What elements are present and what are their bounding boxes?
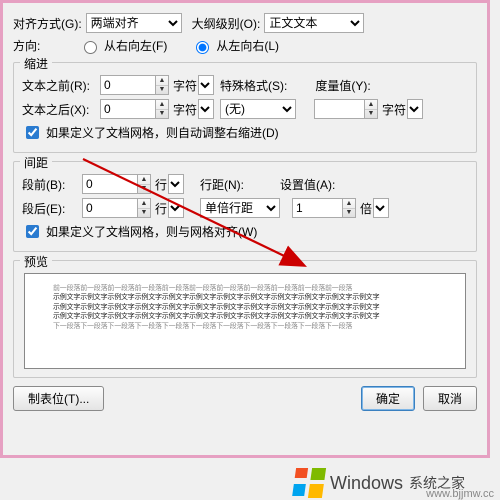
preview-group: 预览 前一段落前一段落前一段落前一段落前一段落前一段落前一段落前一段落前一段落前…: [13, 260, 477, 378]
align-label: 对齐方式(G):: [13, 15, 82, 32]
special-select[interactable]: (无): [220, 99, 296, 119]
rtl-radio-input[interactable]: [84, 41, 97, 54]
preview-line: 下一段落下一段落下一段落下一段落下一段落下一段落下一段落下一段落下一段落下一段落…: [53, 322, 437, 331]
spinner-buttons[interactable]: ▲▼: [155, 75, 169, 95]
direction-label: 方向:: [13, 37, 75, 54]
indent-after-spinner[interactable]: ▲▼: [100, 99, 169, 119]
grid-align-label: 如果定义了文档网格，则与网格对齐(W): [46, 223, 257, 240]
before-label: 段前(B):: [22, 176, 78, 193]
indent-before-label: 文本之前(R):: [22, 77, 96, 94]
grid-align-check[interactable]: 如果定义了文档网格，则与网格对齐(W): [22, 222, 257, 241]
setval-unit[interactable]: [373, 198, 389, 218]
indent-before-spinner[interactable]: ▲▼: [100, 75, 169, 95]
windows-logo-icon: [292, 468, 326, 498]
preview-line: 前一段落前一段落前一段落前一段落前一段落前一段落前一段落前一段落前一段落前一段落…: [53, 284, 437, 293]
linespace-label: 行距(N):: [200, 176, 244, 193]
indent-after-input[interactable]: [100, 99, 155, 119]
linespace-select[interactable]: 单倍行距: [200, 198, 280, 218]
indent-before-input[interactable]: [100, 75, 155, 95]
spacing-title: 间距: [20, 154, 52, 171]
spinner-buttons[interactable]: ▲▼: [342, 198, 356, 218]
auto-indent-label: 如果定义了文档网格，则自动调整右缩进(D): [46, 124, 279, 141]
indent-before-unit[interactable]: [198, 75, 214, 95]
cancel-button[interactable]: 取消: [423, 386, 477, 411]
setval-input[interactable]: [292, 198, 342, 218]
ok-button[interactable]: 确定: [361, 386, 415, 411]
unit-char: 字符: [173, 77, 197, 94]
indent-title: 缩进: [20, 55, 52, 72]
measure-label: 度量值(Y):: [315, 77, 370, 94]
preview-line: 示例文字示例文字示例文字示例文字示例文字示例文字示例文字示例文字示例文字示例文字…: [53, 293, 437, 302]
after-unit[interactable]: [168, 198, 184, 218]
unit-char: 字符: [173, 101, 197, 118]
indent-after-label: 文本之后(X):: [22, 101, 96, 118]
indent-group: 缩进 文本之前(R): ▲▼ 字符 特殊格式(S): 度量值(Y): 文本之后(…: [13, 62, 477, 153]
rtl-label: 从右向左(F): [104, 37, 167, 54]
measure-spinner[interactable]: ▲▼: [314, 99, 378, 119]
outline-label: 大纲级别(O):: [192, 15, 261, 32]
before-spinner[interactable]: ▲▼: [82, 174, 151, 194]
before-input[interactable]: [82, 174, 137, 194]
setval-label: 设置值(A):: [280, 176, 335, 193]
unit-char: 字符: [382, 101, 406, 118]
spinner-buttons[interactable]: ▲▼: [364, 99, 378, 119]
spinner-buttons[interactable]: ▲▼: [137, 198, 151, 218]
after-spinner[interactable]: ▲▼: [82, 198, 151, 218]
measure-input[interactable]: [314, 99, 364, 119]
preview-line: 示例文字示例文字示例文字示例文字示例文字示例文字示例文字示例文字示例文字示例文字…: [53, 312, 437, 321]
rtl-radio[interactable]: 从右向左(F): [79, 37, 167, 54]
spinner-buttons[interactable]: ▲▼: [155, 99, 169, 119]
unit-line: 行: [155, 176, 167, 193]
button-bar: 制表位(T)... 确定 取消: [13, 386, 477, 411]
watermark-url: www.bjjmw.cc: [426, 488, 494, 500]
special-label: 特殊格式(S):: [220, 77, 287, 94]
preview-box: 前一段落前一段落前一段落前一段落前一段落前一段落前一段落前一段落前一段落前一段落…: [24, 273, 466, 369]
preview-title: 预览: [20, 253, 52, 270]
ltr-label: 从左向右(L): [216, 37, 279, 54]
before-unit[interactable]: [168, 174, 184, 194]
measure-unit[interactable]: [407, 99, 423, 119]
auto-indent-check[interactable]: 如果定义了文档网格，则自动调整右缩进(D): [22, 123, 279, 142]
tabs-button[interactable]: 制表位(T)...: [13, 386, 104, 411]
auto-indent-checkbox[interactable]: [26, 126, 39, 139]
unit-line: 行: [155, 200, 167, 217]
unit-bei: 倍: [360, 200, 372, 217]
preview-line: 示例文字示例文字示例文字示例文字示例文字示例文字示例文字示例文字示例文字示例文字…: [53, 303, 437, 312]
setval-spinner[interactable]: ▲▼: [292, 198, 356, 218]
spacing-group: 间距 段前(B): ▲▼ 行 行距(N): 设置值(A): 段后(E): ▲▼ …: [13, 161, 477, 252]
outline-select[interactable]: 正文文本: [264, 13, 364, 33]
grid-align-checkbox[interactable]: [26, 225, 39, 238]
paragraph-dialog: 对齐方式(G): 两端对齐 大纲级别(O): 正文文本 方向: 从右向左(F) …: [0, 0, 490, 458]
windows-text: Windows: [330, 473, 403, 494]
after-label: 段后(E):: [22, 200, 78, 217]
ltr-radio[interactable]: 从左向右(L): [191, 37, 279, 54]
after-input[interactable]: [82, 198, 137, 218]
ltr-radio-input[interactable]: [196, 41, 209, 54]
spinner-buttons[interactable]: ▲▼: [137, 174, 151, 194]
align-select[interactable]: 两端对齐: [86, 13, 182, 33]
indent-after-unit[interactable]: [198, 99, 214, 119]
